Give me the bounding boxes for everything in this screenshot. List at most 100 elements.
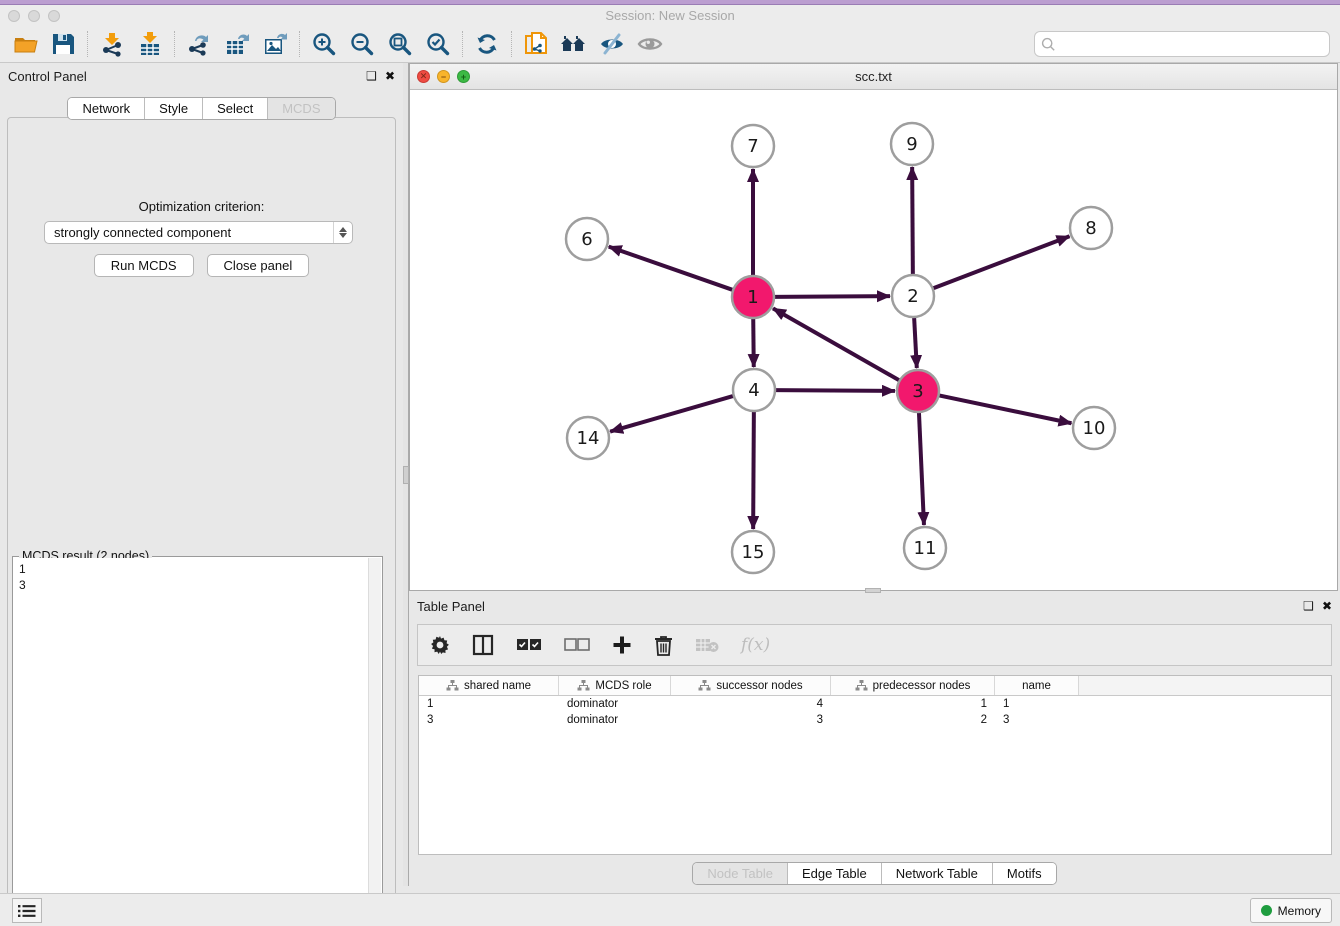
graph-node-10[interactable]: 10 [1073,407,1115,449]
horizontal-splitter-grip[interactable] [865,588,881,593]
show-column-panel-icon[interactable] [472,634,494,656]
graph-edge-2-3[interactable] [914,317,917,368]
graph-edge-1-4[interactable] [753,318,754,367]
svg-text:9: 9 [906,134,917,155]
graph-node-1[interactable]: 1 [732,276,774,318]
node-table[interactable]: shared nameMCDS rolesuccessor nodesprede… [418,675,1332,855]
column-header-predecessor-nodes[interactable]: predecessor nodes [831,676,995,695]
graph-edge-2-8[interactable] [933,236,1070,288]
search-input[interactable] [1056,34,1329,54]
network-window-titlebar[interactable]: scc.txt [410,64,1337,90]
tab-mcds[interactable]: MCDS [267,98,334,119]
graph-edge-3-10[interactable] [939,395,1072,423]
table-tab-edge-table[interactable]: Edge Table [787,863,881,884]
column-header-filler [1079,676,1331,695]
unselect-all-columns-icon[interactable] [564,638,590,652]
copy-share-icon[interactable] [517,29,555,59]
import-table-icon[interactable] [131,29,169,59]
graph-node-4[interactable]: 4 [733,369,775,411]
svg-text:3: 3 [912,381,923,402]
graph-node-14[interactable]: 14 [567,417,609,459]
graph-node-9[interactable]: 9 [891,123,933,165]
zoom-fit-icon[interactable] [381,29,419,59]
table-row[interactable]: 1dominator411 [419,696,1331,712]
table-tab-network-table[interactable]: Network Table [881,863,992,884]
run-mcds-button[interactable]: Run MCDS [94,254,194,277]
graph-edge-1-6[interactable] [609,247,733,290]
graph-edge-4-3[interactable] [775,390,895,391]
table-tab-motifs[interactable]: Motifs [992,863,1056,884]
table-row[interactable]: 3dominator323 [419,712,1331,728]
search-field[interactable] [1034,31,1330,57]
open-folder-icon[interactable] [6,29,44,59]
table-cell[interactable]: 4 [671,698,831,710]
memory-button[interactable]: Memory [1250,898,1332,923]
graph-edge-3-1[interactable] [773,308,900,380]
graph-node-2[interactable]: 2 [892,275,934,317]
table-cell[interactable]: dominator [559,714,671,726]
column-header-MCDS-role[interactable]: MCDS role [559,676,671,695]
status-bar: Memory [0,893,1340,926]
zoom-out-icon[interactable] [343,29,381,59]
zoom-selected-icon[interactable] [419,29,457,59]
graph-edge-4-14[interactable] [610,396,734,432]
table-cell[interactable]: 1 [831,698,995,710]
close-panel-button[interactable]: Close panel [207,254,310,277]
tab-select[interactable]: Select [202,98,267,119]
float-table-panel-icon[interactable] [1303,597,1314,615]
table-cell[interactable]: dominator [559,698,671,710]
graph-node-7[interactable]: 7 [732,125,774,167]
list-icon [18,904,36,918]
table-cell[interactable]: 3 [419,714,559,726]
graph-node-15[interactable]: 15 [732,531,774,573]
table-cell[interactable]: 3 [995,714,1079,726]
select-all-columns-icon[interactable] [516,638,542,652]
zoom-in-icon[interactable] [305,29,343,59]
function-builder-icon-disabled: f(x) [741,635,770,655]
memory-status-icon [1261,905,1272,916]
export-network-icon[interactable] [180,29,218,59]
criterion-dropdown[interactable]: strongly connected component [44,221,353,244]
import-network-icon[interactable] [93,29,131,59]
table-panel: Table Panel [409,593,1340,886]
column-type-icon [577,680,590,691]
show-all-icon[interactable] [631,29,669,59]
save-icon[interactable] [44,29,82,59]
hide-selected-icon[interactable] [593,29,631,59]
table-cell[interactable]: 1 [419,698,559,710]
network-graph-canvas[interactable]: 7 9 6 8 1 2 4 3 14 10 15 11 [410,90,1337,590]
graph-node-8[interactable]: 8 [1070,207,1112,249]
close-panel-icon[interactable] [385,67,395,85]
column-header-successor-nodes[interactable]: successor nodes [671,676,831,695]
create-column-plus-icon[interactable] [612,635,632,655]
svg-text:2: 2 [907,286,918,307]
column-header-shared-name[interactable]: shared name [419,676,559,695]
refresh-icon[interactable] [468,29,506,59]
graph-edge-1-2[interactable] [774,296,890,297]
column-header-name[interactable]: name [995,676,1079,695]
graph-node-3[interactable]: 3 [897,370,939,412]
result-scrollbar[interactable] [368,558,381,926]
task-history-button[interactable] [12,898,42,923]
close-table-panel-icon[interactable] [1322,597,1332,615]
graph-edge-4-15[interactable] [753,411,754,529]
delete-column-trash-icon[interactable] [654,635,673,656]
graph-node-6[interactable]: 6 [566,218,608,260]
table-cell[interactable]: 2 [831,714,995,726]
toolbar-separator [299,31,300,57]
graph-edge-3-11[interactable] [919,412,924,525]
table-tab-node-table[interactable]: Node Table [693,863,787,884]
graph-node-11[interactable]: 11 [904,527,946,569]
export-table-icon[interactable] [218,29,256,59]
export-image-icon[interactable] [256,29,294,59]
table-cell[interactable]: 3 [671,714,831,726]
window-titlebar: Session: New Session [0,5,1340,26]
mcds-result-text[interactable]: 1 3 [14,558,368,926]
tab-style[interactable]: Style [144,98,202,119]
tab-network[interactable]: Network [68,98,144,119]
graph-edge-2-9[interactable] [912,167,913,275]
float-panel-icon[interactable] [366,67,377,85]
home-neighbors-icon[interactable] [555,29,593,59]
table-cell[interactable]: 1 [995,698,1079,710]
table-settings-gear-icon[interactable] [430,635,450,655]
